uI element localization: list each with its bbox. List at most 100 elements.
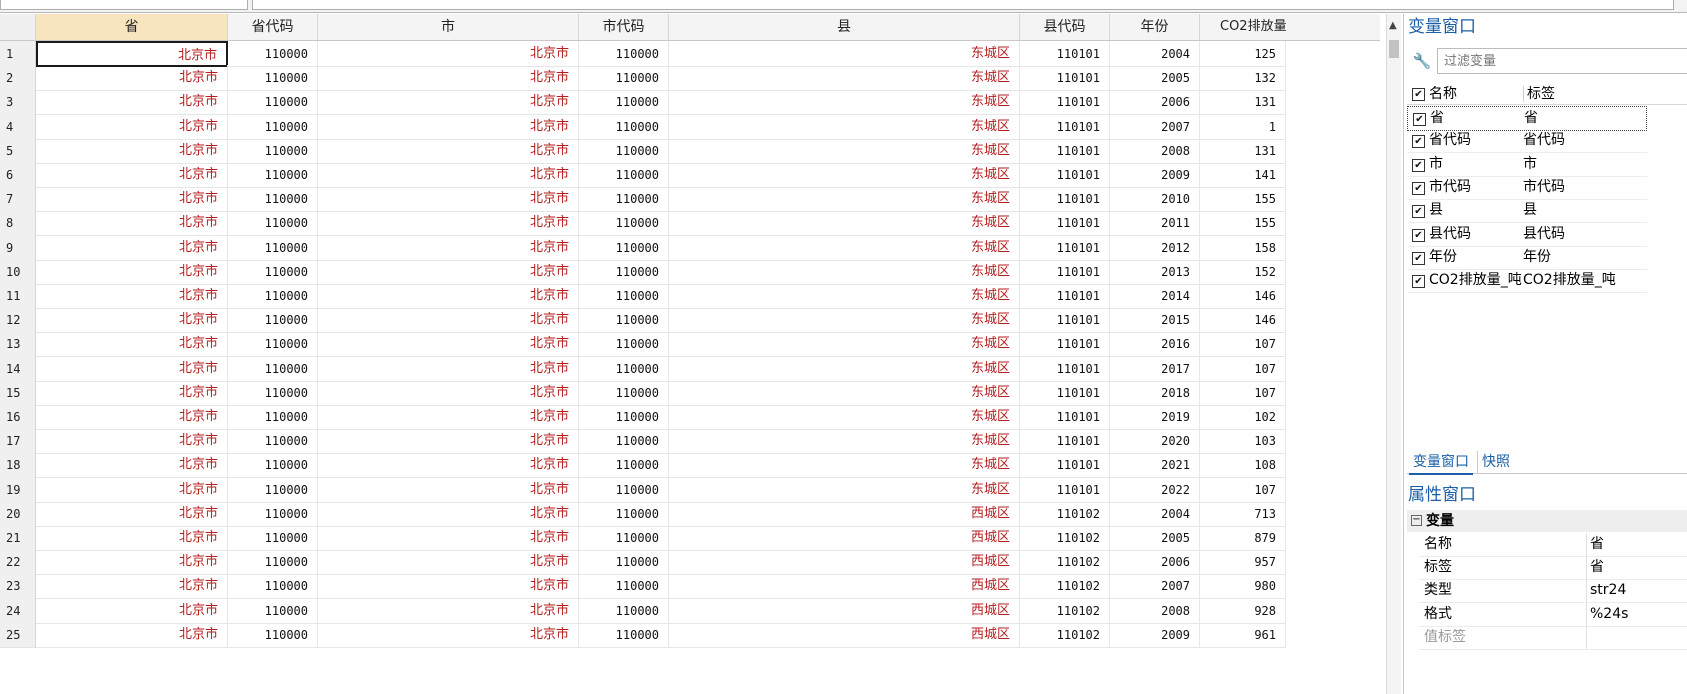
cell-year[interactable]: 2008 xyxy=(1110,597,1200,624)
cell-co2[interactable]: 107 xyxy=(1200,476,1286,503)
cell-province[interactable]: 北京市 xyxy=(36,186,228,213)
cell-county[interactable]: 东城区 xyxy=(669,162,1020,188)
cell-province[interactable]: 北京市 xyxy=(36,404,228,430)
cell-county-code[interactable]: 110101 xyxy=(1020,113,1110,140)
cell-year[interactable]: 2006 xyxy=(1110,549,1200,576)
cell-co2[interactable]: 961 xyxy=(1200,621,1286,648)
cell-co2[interactable]: 957 xyxy=(1200,549,1286,576)
cell-province[interactable]: 北京市 xyxy=(36,89,228,116)
cell-city-code[interactable]: 110000 xyxy=(579,355,669,382)
cell-city[interactable]: 北京市 xyxy=(318,452,579,479)
filter-variables-input[interactable] xyxy=(1437,48,1687,74)
property-row[interactable]: 类型 str24 xyxy=(1419,579,1687,604)
cell-county-code[interactable]: 110101 xyxy=(1020,307,1110,334)
grid-vertical-scrollbar[interactable]: ▲ xyxy=(1386,14,1401,694)
minus-box-icon[interactable]: − xyxy=(1411,515,1422,526)
cell-city-code[interactable]: 110000 xyxy=(579,113,669,140)
cell-co2[interactable]: 146 xyxy=(1200,283,1286,309)
cell-county-code[interactable]: 110102 xyxy=(1020,621,1110,648)
cell-province[interactable]: 北京市 xyxy=(36,258,228,285)
row-number[interactable]: 16 xyxy=(0,404,36,430)
checkbox-checked-icon[interactable]: ✔ xyxy=(1412,181,1425,195)
cell-year[interactable]: 2014 xyxy=(1110,283,1200,309)
cell-city[interactable]: 北京市 xyxy=(318,525,579,551)
cell-province-code[interactable]: 110000 xyxy=(228,283,318,309)
cell-province-code[interactable]: 110000 xyxy=(228,113,318,140)
cell-city[interactable]: 北京市 xyxy=(318,331,579,358)
cell-province-code[interactable]: 110000 xyxy=(228,476,318,503)
cell-city[interactable]: 北京市 xyxy=(318,549,579,576)
cell-province[interactable]: 北京市 xyxy=(36,331,228,358)
cell-city[interactable]: 北京市 xyxy=(318,573,579,600)
cell-county-code[interactable]: 110101 xyxy=(1020,331,1110,358)
cell-city[interactable]: 北京市 xyxy=(318,500,579,527)
cell-city[interactable]: 北京市 xyxy=(318,404,579,430)
cell-year[interactable]: 2007 xyxy=(1110,573,1200,600)
cell-year[interactable]: 2009 xyxy=(1110,162,1200,188)
checkbox-checked-icon[interactable]: ✔ xyxy=(1413,113,1426,126)
row-number[interactable]: 11 xyxy=(0,283,36,309)
cell-county-code[interactable]: 110101 xyxy=(1020,428,1110,455)
cell-county-code[interactable]: 110101 xyxy=(1020,452,1110,479)
cell-county-code[interactable]: 110101 xyxy=(1020,186,1110,213)
cell-county[interactable]: 西城区 xyxy=(669,525,1020,551)
cell-province-code[interactable]: 110000 xyxy=(228,258,318,285)
cell-county[interactable]: 东城区 xyxy=(669,404,1020,430)
cell-co2[interactable]: 155 xyxy=(1200,210,1286,237)
cell-city-code[interactable]: 110000 xyxy=(579,597,669,624)
row-number[interactable]: 15 xyxy=(0,379,36,406)
cell-province[interactable]: 北京市 xyxy=(36,355,228,382)
property-row[interactable]: 值标签 xyxy=(1419,625,1687,650)
row-number[interactable]: 1 xyxy=(0,41,36,67)
wrench-icon[interactable]: 🔧 xyxy=(1411,51,1433,71)
cell-co2[interactable]: 879 xyxy=(1200,525,1286,551)
cell-county-code[interactable]: 110101 xyxy=(1020,41,1110,67)
row-number[interactable]: 13 xyxy=(0,331,36,358)
cell-province-code[interactable]: 110000 xyxy=(228,500,318,527)
cell-county-code[interactable]: 110102 xyxy=(1020,500,1110,527)
variable-list-item[interactable]: ✔ CO2排放量_吨 CO2排放量_吨 xyxy=(1407,269,1647,294)
cell-city[interactable]: 北京市 xyxy=(318,258,579,285)
cell-city[interactable]: 北京市 xyxy=(318,89,579,116)
cell-city[interactable]: 北京市 xyxy=(318,162,579,188)
cell-province[interactable]: 北京市 xyxy=(36,113,228,140)
cell-province-code[interactable]: 110000 xyxy=(228,525,318,551)
cell-province-code[interactable]: 110000 xyxy=(228,404,318,430)
cell-co2[interactable]: 141 xyxy=(1200,162,1286,188)
cell-year[interactable]: 2007 xyxy=(1110,113,1200,140)
cell-city-code[interactable]: 110000 xyxy=(579,65,669,92)
cell-year[interactable]: 2005 xyxy=(1110,525,1200,551)
cell-city[interactable]: 北京市 xyxy=(318,234,579,261)
row-number[interactable]: 14 xyxy=(0,355,36,382)
cell-city[interactable]: 北京市 xyxy=(318,113,579,140)
cell-county-code[interactable]: 110101 xyxy=(1020,89,1110,116)
cell-county[interactable]: 东城区 xyxy=(669,379,1020,406)
cell-city-code[interactable]: 110000 xyxy=(579,234,669,261)
cell-province[interactable]: 北京市 xyxy=(36,65,228,92)
cell-city-code[interactable]: 110000 xyxy=(579,476,669,503)
cell-county[interactable]: 东城区 xyxy=(669,210,1020,237)
cell-city[interactable]: 北京市 xyxy=(318,283,579,309)
cell-city-code[interactable]: 110000 xyxy=(579,379,669,406)
variable-list-item[interactable]: ✔ 县 县 xyxy=(1407,199,1647,224)
cell-county-code[interactable]: 110102 xyxy=(1020,525,1110,551)
cell-year[interactable]: 2005 xyxy=(1110,65,1200,92)
cell-province[interactable]: 北京市 xyxy=(36,283,228,309)
cell-value-box[interactable] xyxy=(252,0,1674,10)
cell-city-code[interactable]: 110000 xyxy=(579,89,669,116)
cell-city[interactable]: 北京市 xyxy=(318,41,579,67)
property-row[interactable]: 标签 省 xyxy=(1419,556,1687,581)
cell-county-code[interactable]: 110101 xyxy=(1020,65,1110,92)
cell-province-code[interactable]: 110000 xyxy=(228,331,318,358)
cell-year[interactable]: 2009 xyxy=(1110,621,1200,648)
property-row[interactable]: 名称 省 xyxy=(1419,533,1687,557)
row-number[interactable]: 20 xyxy=(0,500,36,527)
cell-co2[interactable]: 146 xyxy=(1200,307,1286,334)
property-value[interactable]: str24 xyxy=(1590,579,1626,602)
cell-province-code[interactable]: 110000 xyxy=(228,307,318,334)
cell-co2[interactable]: 108 xyxy=(1200,452,1286,479)
cell-province-code[interactable]: 110000 xyxy=(228,573,318,600)
cell-county[interactable]: 东城区 xyxy=(669,428,1020,455)
cell-province-code[interactable]: 110000 xyxy=(228,137,318,164)
row-number-header[interactable] xyxy=(0,14,36,40)
